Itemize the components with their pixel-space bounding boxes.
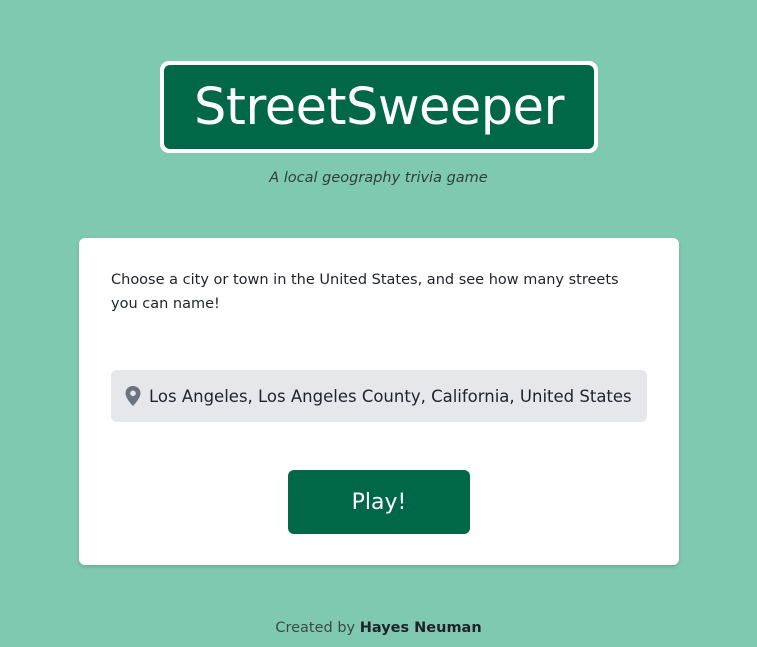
location-value: Los Angeles, Los Angeles County, Califor…	[149, 386, 632, 406]
footer-prefix: Created by	[275, 620, 360, 636]
author-name: Hayes Neuman	[359, 620, 482, 636]
logo: StreetSweeper	[160, 61, 598, 153]
subtitle: A local geography trivia game	[269, 170, 488, 186]
logo-text: StreetSweeper	[193, 77, 565, 137]
play-button[interactable]: Play!	[288, 470, 470, 534]
footer-credit: Created by Hayes Neuman	[0, 620, 757, 636]
location-input[interactable]: Los Angeles, Los Angeles County, Califor…	[111, 370, 647, 422]
main-card: Choose a city or town in the United Stat…	[79, 238, 679, 565]
logo-sign: StreetSweeper	[164, 65, 594, 149]
intro-text: Choose a city or town in the United Stat…	[111, 272, 619, 312]
map-pin-icon	[125, 386, 141, 406]
